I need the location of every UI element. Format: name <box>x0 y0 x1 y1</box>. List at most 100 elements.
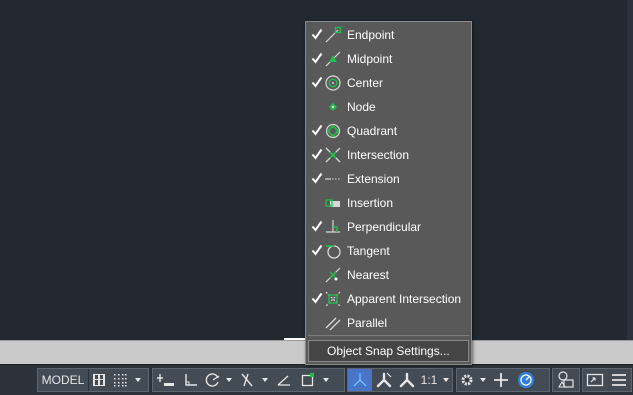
object-snap-settings-button[interactable]: Object Snap Settings... <box>308 340 469 362</box>
plus-icon <box>494 373 508 387</box>
menu-item-tangent[interactable]: Tangent <box>306 239 471 263</box>
status-group-workspace <box>456 368 550 392</box>
canvas-scrollbar-edge <box>627 0 633 340</box>
polar-tracking-button[interactable] <box>203 369 223 391</box>
grid-icon <box>93 374 105 386</box>
customization-menu-icon <box>612 374 626 386</box>
snap-mode-button[interactable] <box>109 369 131 391</box>
isodraft-button[interactable] <box>235 369 259 391</box>
graphics-performance-icon <box>558 371 574 388</box>
menu-item-node[interactable]: Node <box>306 95 471 119</box>
object-snap-button[interactable] <box>297 369 319 391</box>
isodraft-dropdown[interactable] <box>259 369 271 391</box>
menu-item-nearest[interactable]: Nearest <box>306 263 471 287</box>
check-icon <box>311 124 323 136</box>
isodraft-icon <box>241 373 253 387</box>
chevron-down-icon <box>443 378 449 382</box>
workspace-switching-button[interactable] <box>457 369 477 391</box>
menu-item-endpoint[interactable]: Endpoint <box>306 23 471 47</box>
menu-item-label: Quadrant <box>347 124 398 138</box>
clean-screen-button[interactable] <box>583 369 607 391</box>
intersection-osnap-icon <box>325 147 341 163</box>
object-snap-dropdown[interactable] <box>319 369 333 391</box>
menu-item-label: Endpoint <box>347 28 395 42</box>
status-group-display <box>582 368 632 392</box>
check-icon <box>311 244 323 256</box>
grid-button[interactable] <box>89 369 109 391</box>
menu-item-perpendicular[interactable]: Perpendicular <box>306 215 471 239</box>
object-snap-menu: Endpoint Midpoint Center Node Quadrant I… <box>305 21 472 365</box>
chevron-down-icon <box>323 378 329 382</box>
snap-mode-icon <box>114 374 127 387</box>
endpoint-osnap-icon <box>325 26 342 43</box>
menu-item-label: Midpoint <box>347 52 393 66</box>
check-icon <box>311 220 323 232</box>
customization-menu-button[interactable] <box>607 369 631 391</box>
annotation-scale-label: 1:1 <box>420 373 438 387</box>
auto-scale-button[interactable] <box>372 369 396 391</box>
chevron-down-icon <box>226 378 232 382</box>
menu-item-label: Nearest <box>347 268 390 282</box>
graphics-performance-button[interactable] <box>553 369 579 391</box>
menu-item-label: Apparent Intersection <box>347 292 462 306</box>
center-osnap-icon <box>325 75 341 91</box>
menu-item-midpoint[interactable]: Midpoint <box>306 47 471 71</box>
menu-item-label: Parallel <box>347 316 388 330</box>
annotation-visibility-icon <box>352 371 368 388</box>
menu-item-extension[interactable]: Extension <box>306 167 471 191</box>
isolate-objects-icon <box>518 372 534 388</box>
object-snap-tracking-icon <box>277 375 290 386</box>
apparent-intersection-osnap-icon <box>325 291 341 307</box>
chevron-down-icon <box>262 378 268 382</box>
model-space-button[interactable]: MODEL <box>38 369 88 391</box>
check-icon <box>311 292 323 304</box>
check-icon <box>311 76 323 88</box>
check-icon <box>311 172 323 184</box>
menu-item-parallel[interactable]: Parallel <box>306 311 471 335</box>
menu-item-label: Insertion <box>347 196 394 210</box>
check-icon <box>311 148 323 160</box>
ortho-icon <box>185 374 197 386</box>
status-group-performance <box>552 368 580 392</box>
menu-separator <box>308 335 469 336</box>
annotation-scale-icon <box>399 372 415 388</box>
polar-tracking-dropdown[interactable] <box>223 369 235 391</box>
auto-scale-icon <box>376 372 392 388</box>
model-label: MODEL <box>41 373 85 387</box>
menu-item-label: Intersection <box>347 148 410 162</box>
menu-item-center[interactable]: Center <box>306 71 471 95</box>
isolate-objects-button[interactable] <box>513 369 539 391</box>
annotation-visibility-button[interactable] <box>348 369 372 391</box>
ortho-button[interactable] <box>179 369 203 391</box>
object-snap-tracking-button[interactable] <box>271 369 297 391</box>
polar-tracking-icon <box>205 373 220 387</box>
extension-osnap-icon <box>325 178 341 180</box>
snap-mode-dropdown[interactable] <box>131 369 145 391</box>
workspace-gear-icon <box>461 374 473 386</box>
status-group-model-grid: MODEL <box>37 368 149 392</box>
status-group-annotation: 1:1 <box>347 368 453 392</box>
annotation-monitor-button[interactable] <box>489 369 513 391</box>
menu-item-label: Tangent <box>347 244 390 258</box>
menu-item-apparent-intersection[interactable]: Apparent Intersection <box>306 287 471 311</box>
infer-constraints-button[interactable] <box>153 369 179 391</box>
chevron-down-icon <box>135 378 141 382</box>
menu-item-intersection[interactable]: Intersection <box>306 143 471 167</box>
menu-item-quadrant[interactable]: Quadrant <box>306 119 471 143</box>
chevron-down-icon <box>480 378 486 382</box>
node-osnap-icon <box>329 103 337 111</box>
annotation-scale-dropdown[interactable] <box>440 369 452 391</box>
tangent-osnap-icon <box>326 245 341 259</box>
parallel-osnap-icon <box>325 317 341 331</box>
menu-item-label: Perpendicular <box>347 220 422 234</box>
check-icon <box>311 52 323 64</box>
annotation-scale-button[interactable]: 1:1 <box>418 369 440 391</box>
workspace-dropdown[interactable] <box>477 369 489 391</box>
object-snap-icon <box>301 373 314 387</box>
annotation-scale-visibility-button[interactable] <box>396 369 418 391</box>
object-snap-settings-label: Object Snap Settings... <box>327 344 450 358</box>
menu-item-insertion[interactable]: Insertion <box>306 191 471 215</box>
status-bar: MODEL 1:1 <box>0 364 633 395</box>
quadrant-osnap-icon <box>325 123 341 139</box>
insertion-osnap-icon <box>325 199 340 207</box>
